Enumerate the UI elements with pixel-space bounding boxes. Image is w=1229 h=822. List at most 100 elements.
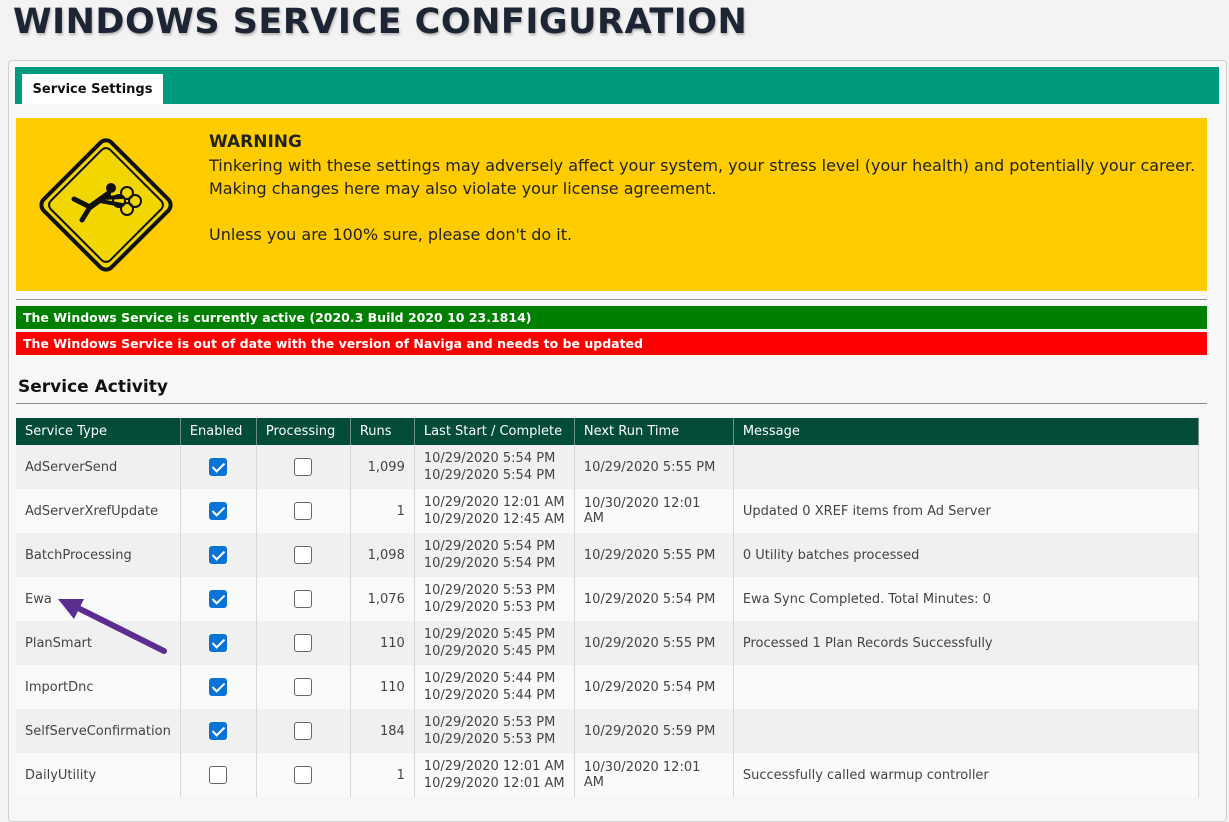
- last-start-complete-cell: 10/29/2020 12:01 AM 10/29/2020 12:45 AM: [414, 489, 575, 533]
- warning-text: WARNING Tinkering with these settings ma…: [209, 131, 1195, 246]
- service-type-cell: SelfServeConfirmation: [16, 709, 181, 753]
- table-row: BatchProcessing 1,098 10/29/2020 5:54 PM…: [16, 533, 1200, 577]
- column-header-runs[interactable]: Runs: [350, 418, 415, 445]
- next-run-cell: 10/29/2020 5:59 PM: [574, 709, 734, 753]
- table-row: ImportDnc 110 10/29/2020 5:44 PM 10/29/20…: [16, 665, 1200, 709]
- last-start: 10/29/2020 5:45 PM: [423, 627, 556, 642]
- last-start: 10/29/2020 5:53 PM: [423, 583, 556, 598]
- warning-line-2: Making changes here may also violate you…: [209, 179, 717, 198]
- last-complete: 10/29/2020 5:45 PM: [423, 644, 556, 659]
- service-type-cell: PlanSmart: [16, 621, 181, 665]
- last-start: 10/29/2020 5:44 PM: [423, 671, 556, 686]
- warning-line-3: Unless you are 100% sure, please don't d…: [209, 225, 573, 244]
- enabled-checkbox[interactable]: [209, 634, 228, 652]
- divider: [16, 299, 1207, 300]
- next-run-cell: 10/29/2020 5:54 PM: [574, 665, 734, 709]
- column-header-enabled[interactable]: Enabled: [180, 418, 257, 445]
- next-run-cell: 10/29/2020 5:55 PM: [574, 621, 734, 665]
- service-type-cell: Ewa: [16, 577, 181, 621]
- processing-checkbox[interactable]: [294, 458, 313, 476]
- falling-person-warning-icon: [39, 138, 173, 272]
- last-start-complete-cell: 10/29/2020 5:53 PM 10/29/2020 5:53 PM: [414, 709, 575, 753]
- column-header-next-run-time[interactable]: Next Run Time: [574, 418, 734, 445]
- last-complete: 10/29/2020 5:54 PM: [423, 556, 556, 571]
- message-cell: 0 Utility batches processed: [733, 533, 1200, 577]
- runs-cell: 110: [350, 621, 415, 665]
- last-start-complete-cell: 10/29/2020 5:54 PM 10/29/2020 5:54 PM: [414, 533, 575, 577]
- table-row: Ewa 1,076 10/29/2020 5:53 PM 10/29/2020 5…: [16, 577, 1200, 621]
- column-header-message[interactable]: Message: [733, 418, 1200, 445]
- message-cell: Processed 1 Plan Records Successfully: [733, 621, 1200, 665]
- service-outdated-status: The Windows Service is out of date with …: [16, 332, 1207, 355]
- runs-cell: 110: [350, 665, 415, 709]
- table-row: DailyUtility 1 10/29/2020 12:01 AM 10/29/…: [16, 753, 1200, 797]
- column-header-last-start-complete[interactable]: Last Start / Complete: [414, 418, 575, 445]
- last-start-complete-cell: 10/29/2020 5:53 PM 10/29/2020 5:53 PM: [414, 577, 575, 621]
- last-start: 10/29/2020 12:01 AM: [423, 495, 565, 510]
- service-type-cell: AdServerXrefUpdate: [16, 489, 181, 533]
- last-start: 10/29/2020 5:54 PM: [423, 539, 556, 554]
- processing-checkbox[interactable]: [294, 722, 313, 740]
- message-cell: Ewa Sync Completed. Total Minutes: 0: [733, 577, 1200, 621]
- column-header-processing[interactable]: Processing: [256, 418, 351, 445]
- tab-bar: [15, 67, 1219, 104]
- warning-heading: WARNING: [209, 132, 302, 152]
- runs-cell: 1: [350, 753, 415, 797]
- enabled-checkbox[interactable]: [209, 766, 228, 784]
- processing-checkbox[interactable]: [294, 502, 313, 520]
- service-active-status: The Windows Service is currently active …: [16, 306, 1207, 329]
- service-type-cell: AdServerSend: [16, 445, 181, 489]
- service-activity-table: Service Type Enabled Processing Runs Las…: [16, 418, 1200, 797]
- last-complete: 10/29/2020 5:53 PM: [423, 600, 556, 615]
- table-row: PlanSmart 110 10/29/2020 5:45 PM 10/29/20…: [16, 621, 1200, 665]
- page-title: WINDOWS SERVICE CONFIGURATION: [13, 2, 748, 42]
- message-cell: [733, 445, 1200, 489]
- enabled-checkbox[interactable]: [209, 502, 228, 520]
- table-row: AdServerXrefUpdate 1 10/29/2020 12:01 AM…: [16, 489, 1200, 533]
- warning-line-1: Tinkering with these settings may advers…: [209, 156, 1196, 175]
- column-header-service-type[interactable]: Service Type: [16, 418, 181, 445]
- last-start: 10/29/2020 5:53 PM: [423, 715, 556, 730]
- service-type-cell: DailyUtility: [16, 753, 181, 797]
- enabled-checkbox[interactable]: [209, 546, 228, 564]
- runs-cell: 1,076: [350, 577, 415, 621]
- message-cell: Updated 0 XREF items from Ad Server: [733, 489, 1200, 533]
- enabled-checkbox[interactable]: [209, 722, 228, 740]
- processing-checkbox[interactable]: [294, 546, 313, 564]
- last-complete: 10/29/2020 5:54 PM: [423, 468, 556, 483]
- message-cell: [733, 665, 1200, 709]
- last-start: 10/29/2020 12:01 AM: [423, 759, 565, 774]
- last-start-complete-cell: 10/29/2020 5:54 PM 10/29/2020 5:54 PM: [414, 445, 575, 489]
- service-type-cell: BatchProcessing: [16, 533, 181, 577]
- runs-cell: 1: [350, 489, 415, 533]
- last-complete: 10/29/2020 5:44 PM: [423, 688, 556, 703]
- table-row: SelfServeConfirmation 184 10/29/2020 5:5…: [16, 709, 1200, 753]
- last-complete: 10/29/2020 12:01 AM: [423, 776, 565, 791]
- tab-service-settings[interactable]: Service Settings: [22, 74, 163, 104]
- service-type-cell: ImportDnc: [16, 665, 181, 709]
- last-start-complete-cell: 10/29/2020 12:01 AM 10/29/2020 12:01 AM: [414, 753, 575, 797]
- enabled-checkbox[interactable]: [209, 458, 228, 476]
- last-complete: 10/29/2020 12:45 AM: [423, 512, 565, 527]
- section-title-service-activity: Service Activity: [18, 377, 168, 397]
- enabled-checkbox[interactable]: [209, 590, 228, 608]
- last-start: 10/29/2020 5:54 PM: [423, 451, 556, 466]
- enabled-checkbox[interactable]: [209, 678, 228, 696]
- last-complete: 10/29/2020 5:53 PM: [423, 732, 556, 747]
- next-run-cell: 10/30/2020 12:01 AM: [574, 489, 734, 533]
- table-row: AdServerSend 1,099 10/29/2020 5:54 PM 10/…: [16, 445, 1200, 489]
- processing-checkbox[interactable]: [294, 678, 313, 696]
- processing-checkbox[interactable]: [294, 634, 313, 652]
- runs-cell: 1,098: [350, 533, 415, 577]
- next-run-cell: 10/29/2020 5:55 PM: [574, 445, 734, 489]
- table-header-row: Service Type Enabled Processing Runs Las…: [16, 418, 1200, 445]
- section-divider: [16, 403, 1207, 404]
- last-start-complete-cell: 10/29/2020 5:45 PM 10/29/2020 5:45 PM: [414, 621, 575, 665]
- runs-cell: 1,099: [350, 445, 415, 489]
- processing-checkbox[interactable]: [294, 766, 313, 784]
- warning-banner: WARNING Tinkering with these settings ma…: [16, 118, 1207, 291]
- next-run-cell: 10/29/2020 5:55 PM: [574, 533, 734, 577]
- last-start-complete-cell: 10/29/2020 5:44 PM 10/29/2020 5:44 PM: [414, 665, 575, 709]
- processing-checkbox[interactable]: [294, 590, 313, 608]
- next-run-cell: 10/29/2020 5:54 PM: [574, 577, 734, 621]
